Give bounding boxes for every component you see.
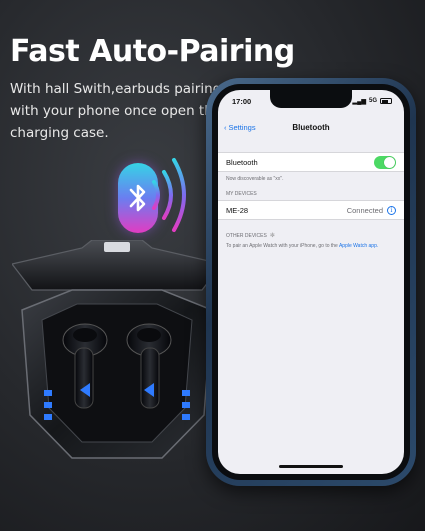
- network-label: 5G: [368, 98, 377, 104]
- nav-bar: ‹ Settings Bluetooth: [218, 117, 404, 137]
- back-label: Settings: [228, 122, 256, 132]
- chevron-left-icon: ‹: [224, 122, 227, 132]
- bluetooth-toggle[interactable]: [374, 155, 396, 169]
- home-indicator: [279, 465, 343, 468]
- phone: 17:00 ▂▄▆ 5G ‹ Settings Bluetooth Blueto…: [206, 78, 416, 486]
- signal-waves-icon: [152, 158, 186, 232]
- info-icon[interactable]: i: [387, 205, 396, 215]
- subtext: With hall Swith,earbuds pairing with you…: [10, 81, 222, 141]
- other-devices-header: OTHER DEVICES ✻: [226, 232, 275, 239]
- earbuds-case: [12, 240, 222, 459]
- discoverable-note: Now discoverable as "xx".: [226, 176, 284, 182]
- nav-title: Bluetooth: [292, 122, 330, 132]
- device-status: Connected: [346, 205, 383, 215]
- phone-screen: 17:00 ▂▄▆ 5G ‹ Settings Bluetooth Blueto…: [218, 90, 404, 474]
- battery-icon: [380, 98, 392, 104]
- apple-watch-note-text: To pair an Apple Watch with your iPhone,…: [226, 243, 338, 249]
- back-button[interactable]: ‹ Settings: [224, 123, 256, 132]
- device-name: ME-28: [226, 205, 249, 215]
- bluetooth-label: Bluetooth: [226, 157, 258, 167]
- apple-watch-note: To pair an Apple Watch with your iPhone,…: [226, 243, 396, 250]
- status-time: 17:00: [232, 96, 252, 106]
- loading-spinner-icon: ✻: [269, 233, 275, 239]
- signal-icon: ▂▄▆: [352, 98, 366, 105]
- my-devices-header: MY DEVICES: [226, 191, 257, 197]
- status-bar: 17:00 ▂▄▆ 5G: [218, 93, 404, 109]
- device-row[interactable]: ME-28 Connected i: [218, 200, 404, 220]
- other-devices-label: OTHER DEVICES: [226, 233, 267, 239]
- headline: Fast Auto-Pairing: [10, 34, 295, 69]
- bluetooth-toggle-row: Bluetooth: [218, 152, 404, 172]
- apple-watch-link[interactable]: Apple Watch app.: [339, 243, 378, 249]
